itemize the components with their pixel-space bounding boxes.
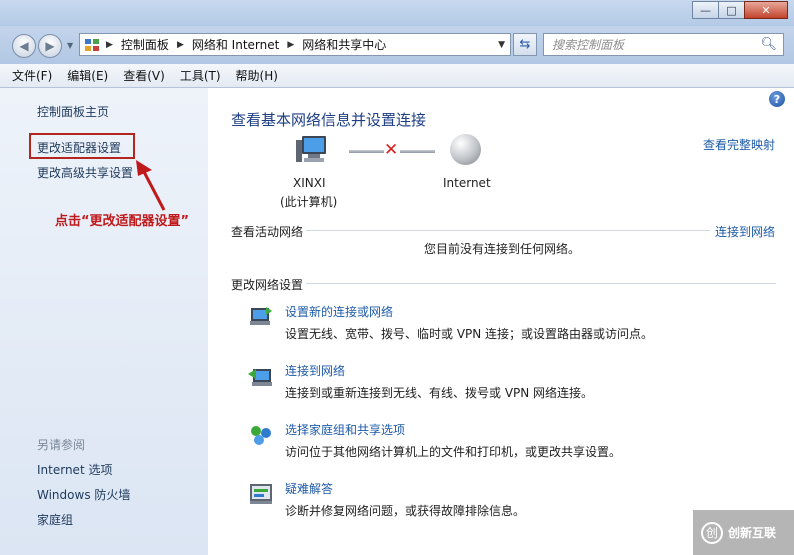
see-also-heading: 另请参阅 xyxy=(37,438,86,452)
search-icon[interactable]: 🔍︎ xyxy=(760,37,777,52)
menu-help[interactable]: 帮助(H) xyxy=(236,67,278,84)
internet-label: Internet xyxy=(443,176,491,190)
page-title: 查看基本网络信息并设置连接 xyxy=(231,111,427,129)
menu-view[interactable]: 查看(V) xyxy=(123,67,165,84)
computer-name: XINXI xyxy=(293,176,326,190)
refresh-button[interactable]: ⇆ xyxy=(513,33,537,56)
help-icon[interactable]: ? xyxy=(769,91,785,107)
connection-line xyxy=(400,150,435,153)
menu-edit[interactable]: 编辑(E) xyxy=(67,67,108,84)
address-dropdown-icon[interactable]: ▼ xyxy=(498,40,505,50)
sidebar-item-homegroup[interactable]: 家庭组 xyxy=(37,511,73,528)
sidebar-item-change-adapter[interactable]: 更改适配器设置 xyxy=(37,139,121,156)
troubleshoot-link[interactable]: 疑难解答 xyxy=(285,480,333,497)
menu-tools[interactable]: 工具(T) xyxy=(180,67,221,84)
disconnected-x-icon[interactable]: ✕ xyxy=(384,140,398,160)
breadcrumb-control-panel[interactable]: 控制面板 xyxy=(121,36,169,53)
task-item: 设置新的连接或网络 设置无线、宽带、拨号、临时或 VPN 连接；或设置路由器或访… xyxy=(248,303,788,343)
back-arrow-icon: ◀ xyxy=(19,39,29,53)
no-network-message: 您目前没有连接到任何网络。 xyxy=(424,242,581,256)
breadcrumb-network-sharing-center[interactable]: 网络和共享中心 xyxy=(302,36,386,53)
watermark: 创 创新互联 xyxy=(693,510,794,555)
sidebar-item-windows-firewall[interactable]: Windows 防火墙 xyxy=(37,486,130,503)
maximize-button[interactable]: □ xyxy=(718,1,745,19)
active-networks-heading: 查看活动网络 xyxy=(231,225,304,239)
forward-arrow-icon: ▶ xyxy=(45,39,55,53)
breadcrumb-network-internet[interactable]: 网络和 Internet xyxy=(192,36,279,53)
task-item: 选择家庭组和共享选项 访问位于其他网络计算机上的文件和打印机，或更改共享设置。 xyxy=(248,421,788,461)
network-diagram: ✕ XINXI (此计算机) Internet xyxy=(208,128,794,209)
new-connection-icon xyxy=(250,307,272,325)
troubleshoot-icon xyxy=(250,484,272,504)
change-settings-heading: 更改网络设置 xyxy=(231,278,304,292)
watermark-logo-icon: 创 xyxy=(701,521,723,544)
address-toolbar: ◀ ▶ ▼ ▶ 控制面板 ▶ 网络和 Internet ▶ 网络和共享中心 ▼ … xyxy=(0,26,794,64)
homegroup-sharing-link[interactable]: 选择家庭组和共享选项 xyxy=(285,421,405,438)
close-button[interactable]: ✕ xyxy=(744,1,788,19)
title-bar: — □ ✕ xyxy=(0,0,794,26)
menu-bar: 文件(F) 编辑(E) 查看(V) 工具(T) 帮助(H) xyxy=(0,64,794,88)
content-area: 控制面板主页 更改适配器设置 更改高级共享设置 点击“更改适配器设置” 另请参阅… xyxy=(0,88,794,555)
divider xyxy=(306,283,776,284)
breadcrumb-separator-icon[interactable]: ▶ xyxy=(177,40,184,50)
back-button[interactable]: ◀ xyxy=(12,34,36,58)
refresh-icon: ⇆ xyxy=(519,37,531,52)
minimize-button[interactable]: — xyxy=(692,1,719,19)
internet-globe-icon[interactable] xyxy=(450,134,481,165)
task-description: 连接到或重新连接到无线、有线、拨号或 VPN 网络连接。 xyxy=(285,386,594,400)
watermark-text: 创新互联 xyxy=(728,526,777,540)
connection-line xyxy=(349,150,384,153)
connect-to-network-link[interactable]: 连接到网络 xyxy=(715,223,775,240)
sidebar-item-internet-options[interactable]: Internet 选项 xyxy=(37,461,112,478)
annotation-arrow-icon xyxy=(136,160,166,211)
divider xyxy=(306,230,710,231)
address-field[interactable]: ▶ 控制面板 ▶ 网络和 Internet ▶ 网络和共享中心 ▼ xyxy=(79,33,511,56)
sidebar-item-advanced-sharing[interactable]: 更改高级共享设置 xyxy=(37,164,133,181)
sidebar: 控制面板主页 更改适配器设置 更改高级共享设置 点击“更改适配器设置” 另请参阅… xyxy=(0,88,208,555)
task-description: 诊断并修复网络问题，或获得故障排除信息。 xyxy=(285,504,526,518)
task-description: 访问位于其他网络计算机上的文件和打印机，或更改共享设置。 xyxy=(285,445,622,459)
control-panel-icon xyxy=(85,38,99,51)
search-input[interactable]: 搜索控制面板 🔍︎ xyxy=(543,33,784,56)
breadcrumb-separator-icon: ▶ xyxy=(106,39,113,50)
window-controls: — □ ✕ xyxy=(692,1,788,19)
search-placeholder: 搜索控制面板 xyxy=(552,38,625,52)
task-description: 设置无线、宽带、拨号、临时或 VPN 连接；或设置路由器或访问点。 xyxy=(285,327,654,341)
task-item: 连接到网络 连接到或重新连接到无线、有线、拨号或 VPN 网络连接。 xyxy=(248,362,788,402)
forward-button[interactable]: ▶ xyxy=(38,34,62,58)
connect-network-icon xyxy=(248,369,272,386)
connect-to-network-task-link[interactable]: 连接到网络 xyxy=(285,362,345,379)
breadcrumb-separator-icon[interactable]: ▶ xyxy=(287,40,294,50)
computer-caption: (此计算机) xyxy=(280,195,338,209)
computer-icon[interactable] xyxy=(294,134,328,166)
homegroup-icon xyxy=(251,426,271,445)
recent-pages-chevron-icon[interactable]: ▼ xyxy=(67,41,73,50)
menu-file[interactable]: 文件(F) xyxy=(12,67,52,84)
setup-new-connection-link[interactable]: 设置新的连接或网络 xyxy=(285,303,393,320)
main-panel: ? 查看基本网络信息并设置连接 查看完整映射 ✕ XINXI (此计算机) In… xyxy=(208,88,794,555)
annotation-text: 点击“更改适配器设置” xyxy=(55,214,190,229)
sidebar-item-home[interactable]: 控制面板主页 xyxy=(37,103,109,120)
